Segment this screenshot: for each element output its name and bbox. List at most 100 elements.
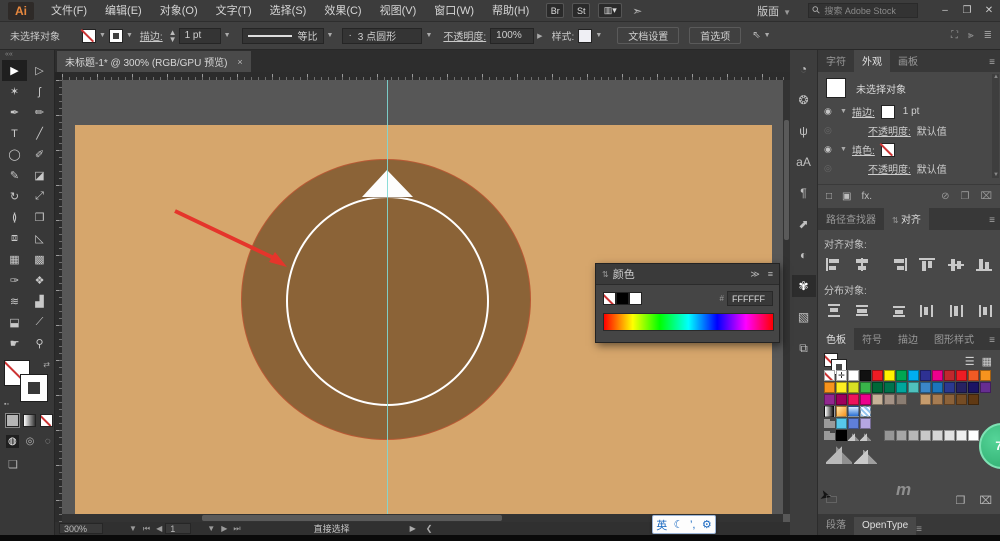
list-icon[interactable]: ≣ bbox=[984, 30, 992, 41]
eraser-tool[interactable]: ◪ bbox=[27, 165, 52, 186]
swatch[interactable] bbox=[956, 370, 967, 381]
swatch[interactable] bbox=[872, 382, 883, 393]
swatch[interactable] bbox=[968, 394, 979, 405]
swatch[interactable] bbox=[824, 382, 835, 393]
panel-menu-icon[interactable]: ≡ bbox=[916, 524, 922, 535]
magic-wand-tool[interactable]: ✶ bbox=[2, 81, 27, 102]
trash-icon[interactable]: ⌧ bbox=[979, 494, 992, 507]
vertical-ruler[interactable] bbox=[55, 80, 62, 522]
free-transform-tool[interactable]: ❒ bbox=[27, 207, 52, 228]
stroke-weight-label[interactable]: 描边: bbox=[140, 28, 163, 43]
expand-icon[interactable]: ⛶ bbox=[951, 30, 958, 41]
fill-color-swatch[interactable] bbox=[82, 29, 96, 43]
stroke-stepper[interactable]: ▲▼ bbox=[169, 29, 177, 43]
swatch[interactable] bbox=[884, 430, 895, 441]
color-panel-header[interactable]: ⇅ 颜色 ≫ ≡ bbox=[596, 264, 779, 285]
ime-settings-gear-icon[interactable]: ⚙ bbox=[702, 518, 712, 531]
swatch[interactable] bbox=[908, 370, 919, 381]
white-swatch[interactable] bbox=[629, 292, 642, 305]
tab-character[interactable]: 字符 bbox=[818, 50, 854, 72]
grid-view-icon[interactable]: ▦ bbox=[982, 355, 992, 368]
stroke-row[interactable]: ◉ ▼ 描边: 1 pt bbox=[818, 102, 1000, 121]
new-stroke-icon[interactable]: □ bbox=[826, 191, 832, 202]
visibility-eye-icon[interactable]: ◎ bbox=[824, 163, 840, 174]
swatch[interactable] bbox=[860, 394, 871, 405]
swatch[interactable] bbox=[908, 430, 919, 441]
shape-builder-tool[interactable]: ⧈ bbox=[2, 228, 27, 249]
menu-item[interactable]: 视图(V) bbox=[371, 0, 426, 22]
tab-appearance[interactable]: 外观 bbox=[854, 50, 890, 72]
panel-options-icon[interactable]: ⫸ bbox=[968, 30, 974, 41]
chevron-down-icon[interactable]: ▼ bbox=[595, 32, 602, 39]
swatch[interactable] bbox=[908, 382, 919, 393]
swatch[interactable] bbox=[944, 394, 955, 405]
align-horizontal-center[interactable] bbox=[853, 255, 873, 273]
bridge-badge[interactable]: Br bbox=[546, 3, 564, 18]
first-artboard-icon[interactable]: ⏮ bbox=[143, 524, 150, 534]
pattern-swatches[interactable] bbox=[824, 442, 894, 464]
swatch[interactable] bbox=[860, 382, 871, 393]
artboard-number-field[interactable]: 1 bbox=[165, 523, 191, 534]
gradient-mode-button[interactable] bbox=[23, 414, 36, 427]
export-icon[interactable]: ⬈ bbox=[792, 213, 816, 235]
swatch[interactable] bbox=[968, 382, 979, 393]
swatch[interactable] bbox=[824, 418, 835, 429]
menu-item[interactable]: 对象(O) bbox=[151, 0, 207, 22]
swatch[interactable] bbox=[848, 382, 859, 393]
delete-icon[interactable]: ⌧ bbox=[980, 191, 992, 202]
panel-menu-icon[interactable]: ≡ bbox=[984, 335, 1000, 350]
gpu-performance-icon[interactable]: ➣ bbox=[632, 4, 642, 18]
scrollbar-thumb[interactable] bbox=[784, 120, 789, 240]
none-swatch[interactable] bbox=[603, 292, 616, 305]
ime-moon-icon[interactable]: ☾ bbox=[674, 518, 684, 531]
chevron-down-icon[interactable]: ▼ bbox=[224, 32, 231, 39]
swatch-libraries-icon[interactable]: 🗀 bbox=[826, 491, 837, 510]
swatch[interactable] bbox=[824, 430, 835, 441]
panel-collapse-icon[interactable]: ⇅ bbox=[602, 270, 609, 279]
scrollbar-thumb[interactable] bbox=[202, 515, 502, 521]
line-segment-tool[interactable]: ╱ bbox=[27, 123, 52, 144]
align-vertical-center[interactable] bbox=[946, 255, 966, 273]
character-styles-icon[interactable]: aA bbox=[792, 151, 816, 173]
paragraph-styles-icon[interactable]: ¶ bbox=[792, 182, 816, 204]
swatch[interactable] bbox=[920, 382, 931, 393]
align-horizontal-right[interactable] bbox=[889, 255, 909, 273]
arrange-docs-icon[interactable]: ▥▾ bbox=[598, 3, 622, 18]
document-setup-button[interactable]: 文档设置 bbox=[617, 27, 679, 44]
swap-fill-stroke-icon[interactable]: ⇄ bbox=[43, 360, 50, 369]
last-artboard-icon[interactable]: ⏭ bbox=[233, 524, 240, 534]
shape-properties-icon[interactable]: ◔ bbox=[792, 58, 816, 80]
clear-appearance-icon[interactable]: ⊘ bbox=[941, 191, 949, 202]
distribute-vertical-bottom[interactable] bbox=[889, 301, 909, 319]
stock-badge[interactable]: St bbox=[572, 3, 590, 18]
tools-collapse-icon[interactable]: «« bbox=[0, 50, 54, 60]
tab-align[interactable]: ⇅ 对齐 bbox=[884, 208, 929, 230]
duplicate-icon[interactable]: ❐ bbox=[961, 191, 970, 202]
vertical-scrollbar[interactable] bbox=[783, 80, 790, 514]
stroke-color-swatch[interactable] bbox=[21, 375, 47, 401]
tab-opentype[interactable]: OpenType bbox=[854, 517, 916, 535]
stroke-color-swatch[interactable] bbox=[109, 29, 123, 43]
chevron-down-icon[interactable]: ▼ bbox=[327, 32, 334, 39]
pencil-tool[interactable]: ✎ bbox=[2, 165, 27, 186]
cursor-options-icon[interactable]: ⇖ bbox=[752, 30, 760, 41]
column-graph-tool[interactable]: ▟ bbox=[27, 291, 52, 312]
new-swatch-icon[interactable]: ❐ bbox=[955, 494, 965, 507]
hex-value-field[interactable]: FFFFFF bbox=[727, 291, 773, 306]
tab-close-icon[interactable]: × bbox=[237, 57, 242, 67]
swatch[interactable] bbox=[824, 394, 835, 405]
fill-none-swatch[interactable] bbox=[881, 143, 895, 157]
symbol-sprayer-tool[interactable]: ≋ bbox=[2, 291, 27, 312]
chevron-down-icon[interactable]: ▼ bbox=[99, 32, 106, 39]
ellipse-tool[interactable]: ◯ bbox=[2, 144, 27, 165]
gradient-panel-icon[interactable]: ▧ bbox=[792, 306, 816, 328]
distribute-horizontal-center[interactable] bbox=[946, 301, 966, 319]
swatch[interactable] bbox=[896, 430, 907, 441]
stroke-profile-select[interactable]: 等比 bbox=[242, 28, 324, 44]
distribute-horizontal-left[interactable] bbox=[918, 301, 938, 319]
brush-definition-select[interactable]: ·3 点圆形 bbox=[342, 28, 422, 44]
width-tool[interactable]: ≬ bbox=[2, 207, 27, 228]
swatch[interactable] bbox=[932, 394, 943, 405]
new-fill-icon[interactable]: ▣ bbox=[842, 191, 851, 202]
swatch[interactable] bbox=[860, 430, 871, 441]
